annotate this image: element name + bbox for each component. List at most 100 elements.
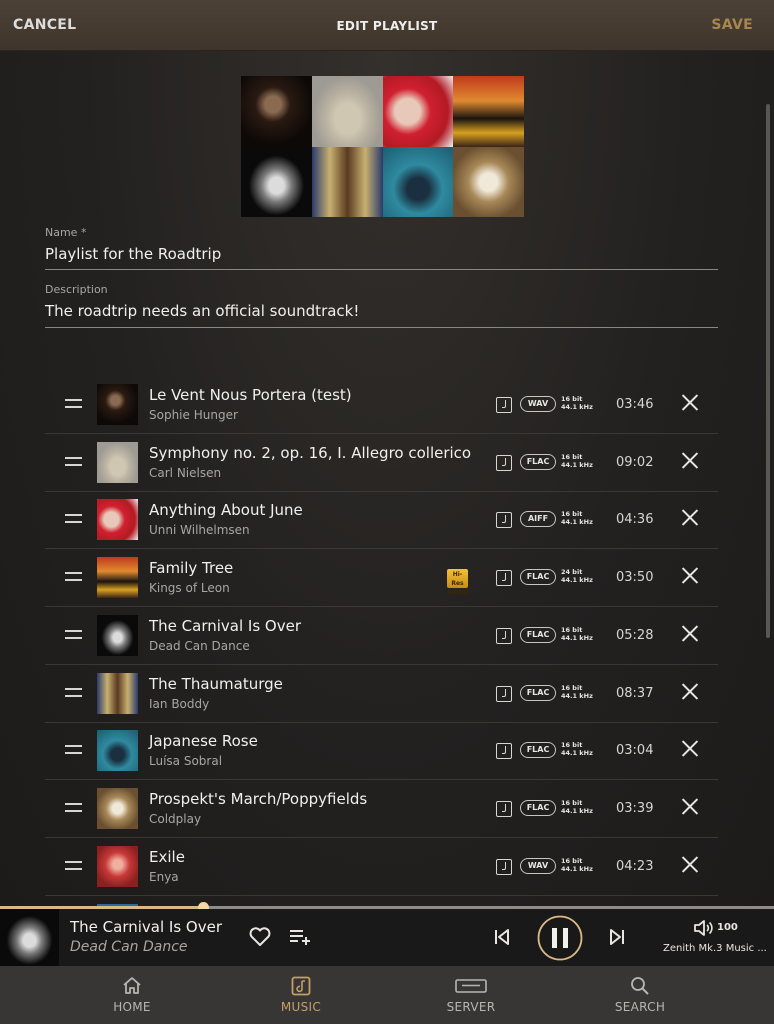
format-badge: FLAC (520, 799, 556, 816)
sample-rate: 44.1 kHz (561, 518, 593, 527)
track-row[interactable]: Symphony no. 2, op. 16, I. Allegro colle… (45, 435, 718, 492)
now-playing-artist[interactable]: Dead Can Dance (70, 939, 188, 955)
track-row[interactable]: Anything About June Unni Wilhelmsen AIFF 16… (45, 492, 718, 550)
edit-playlist-content[interactable]: Name * Playlist for the Roadtrip Descrip… (0, 51, 774, 907)
sample-rate: 44.1 kHz (561, 403, 593, 411)
track-duration: 08:37 (616, 685, 654, 701)
quality-info-icon[interactable] (496, 570, 512, 587)
name-field[interactable]: Playlist for the Roadtrip (45, 245, 221, 263)
track-row[interactable]: The Thaumaturge Ian Boddy FLAC 16 bit 44.1 k… (45, 666, 718, 723)
audio-resolution: 16 bit 44.1 kHz (561, 395, 593, 411)
top-bar: CANCEL EDIT PLAYLIST SAVE (0, 0, 774, 51)
volume-icon[interactable] (693, 919, 714, 937)
drag-handle-icon[interactable] (65, 745, 82, 755)
page-title: EDIT PLAYLIST (336, 19, 438, 33)
volume-level[interactable]: 100 (717, 922, 738, 933)
nav-search[interactable]: SEARCH (580, 966, 700, 1024)
drag-handle-icon[interactable] (65, 456, 82, 466)
nav-music[interactable]: MUSIC (241, 966, 361, 1024)
drag-handle-icon[interactable] (65, 399, 82, 408)
track-duration: 04:36 (616, 512, 654, 528)
album-art-kings-of-leon (453, 76, 524, 147)
track-duration: 03:39 (616, 800, 654, 816)
album-art-dead-can-dance (241, 146, 312, 217)
album-art-unni-wilhelmsen (382, 76, 454, 147)
nav-home[interactable]: HOME (72, 966, 192, 1024)
now-playing-bar[interactable]: The Carnival Is Over Dead Can Dance 100 … (0, 909, 774, 966)
drag-handle-icon[interactable] (65, 629, 82, 639)
track-title: Exile (149, 847, 185, 866)
album-art-carl-nielsen (311, 76, 383, 147)
previous-track-icon[interactable] (493, 928, 511, 946)
track-artist: Luísa Sobral (149, 754, 223, 769)
quality-info-icon[interactable] (496, 743, 512, 760)
bit-depth: 16 bit (561, 452, 583, 461)
bit-depth: 16 bit (561, 856, 583, 865)
track-artist: Carl Nielsen (149, 465, 222, 480)
format-badge: AIFF (520, 511, 556, 528)
track-title: Le Vent Nous Portera (test) (149, 386, 352, 404)
quality-info-icon[interactable] (496, 858, 512, 875)
track-duration: 03:46 (616, 397, 654, 412)
bit-depth: 24 bit (561, 568, 583, 577)
quality-info-icon[interactable] (496, 397, 512, 413)
track-title: Family Tree (149, 559, 234, 578)
track-row[interactable]: Family Tree Kings of Leon Hi-Res AUDIO FLAC 2… (45, 550, 718, 608)
track-artist: Ian Boddy (149, 696, 210, 711)
heart-icon[interactable] (249, 927, 271, 947)
sample-rate: 44.1 kHz (561, 864, 593, 873)
server-icon (455, 979, 487, 993)
track-album-art (97, 384, 138, 425)
track-row[interactable]: Japanese Rose Luísa Sobral FLAC 16 bit 44.1 … (45, 723, 718, 781)
remove-track-icon[interactable] (681, 566, 699, 584)
quality-info-icon[interactable] (496, 800, 512, 817)
audio-resolution: 16 bit 44.1 kHz (561, 741, 593, 757)
format-badge: WAV (520, 396, 556, 412)
next-track-icon[interactable] (608, 928, 626, 946)
quality-info-icon[interactable] (496, 454, 512, 471)
drag-handle-icon[interactable] (65, 572, 82, 582)
quality-info-icon[interactable] (496, 512, 512, 529)
track-row[interactable]: Exile Enya WAV 16 bit 44.1 kHz 04:23 (45, 839, 718, 896)
album-art-sophie-hunger (241, 76, 312, 147)
remove-track-icon[interactable] (681, 855, 699, 873)
description-field[interactable]: The roadtrip needs an official soundtrac… (45, 302, 359, 320)
nav-search-label: SEARCH (614, 1000, 666, 1014)
remove-track-icon[interactable] (681, 797, 699, 815)
remove-track-icon[interactable] (681, 393, 699, 411)
pause-button[interactable] (537, 915, 583, 961)
now-playing-title[interactable]: The Carnival Is Over (70, 918, 222, 936)
drag-handle-icon[interactable] (65, 514, 82, 524)
nav-server[interactable]: SERVER (411, 966, 531, 1024)
album-art-luisa-sobral (382, 146, 454, 217)
track-row[interactable]: Prospekt's March/Poppyfields Coldplay FLAC… (45, 781, 718, 838)
now-playing-album-art[interactable] (0, 909, 59, 966)
track-album-art (97, 614, 138, 656)
remove-track-icon[interactable] (681, 508, 699, 526)
remove-track-icon[interactable] (681, 451, 699, 469)
drag-handle-icon[interactable] (65, 860, 82, 870)
track-duration: 09:02 (616, 454, 654, 470)
remove-track-icon[interactable] (681, 682, 699, 700)
track-artist: Coldplay (149, 811, 202, 826)
track-album-art (97, 441, 138, 483)
search-icon (631, 977, 649, 995)
track-duration: 03:04 (616, 743, 654, 759)
drag-handle-icon[interactable] (65, 802, 82, 812)
zone-selector[interactable]: Zenith Mk.3 Music ... (663, 943, 767, 954)
add-to-queue-icon[interactable] (289, 928, 312, 946)
format-badge: FLAC (520, 453, 556, 470)
audio-resolution: 16 bit 44.1 kHz (561, 684, 593, 700)
track-row[interactable]: Le Vent Nous Portera (test) Sophie Hunger… (45, 377, 718, 434)
drag-handle-icon[interactable] (65, 687, 82, 697)
sample-rate: 44.1 kHz (561, 460, 593, 469)
quality-info-icon[interactable] (496, 685, 512, 702)
remove-track-icon[interactable] (681, 739, 699, 757)
scrollbar[interactable] (766, 104, 770, 638)
sample-rate: 44.1 kHz (561, 806, 593, 815)
playlist-cover-mosaic[interactable] (241, 76, 524, 217)
save-button[interactable]: SAVE (711, 17, 753, 33)
remove-track-icon[interactable] (681, 624, 699, 642)
quality-info-icon[interactable] (496, 627, 512, 644)
track-row[interactable]: The Carnival Is Over Dead Can Dance FLAC 16… (45, 608, 718, 665)
